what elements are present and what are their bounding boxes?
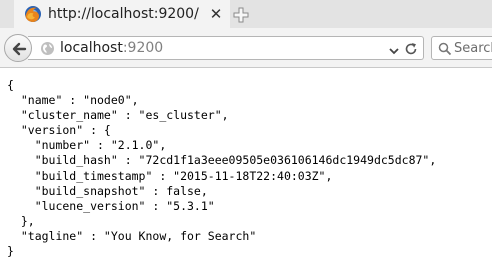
firefox-icon [24,5,42,23]
json-line: "lucene_version" : "5.3.1" [7,198,215,213]
search-input[interactable] [454,39,492,57]
json-line: "number" : "2.1.0", [7,138,167,153]
json-line: "name" : "node0", [7,93,139,108]
url-host: localhost [60,40,123,56]
search-icon [438,41,452,56]
tab-title: http://localhost:9200/ [48,6,199,22]
reload-icon[interactable] [404,41,418,55]
json-line: "cluster_name" : "es_cluster", [7,108,229,123]
search-bar[interactable] [431,36,492,60]
close-icon[interactable]: ✕ [208,6,224,22]
tab-localhost[interactable]: http://localhost:9200/ ✕ [14,0,230,28]
json-line: "build_snapshot" : false, [7,183,208,198]
json-response: { "name" : "node0", "cluster_name" : "es… [7,78,436,259]
json-line: { [7,78,14,92]
url-text[interactable]: localhost:9200 [60,40,163,57]
back-button[interactable] [4,34,32,62]
chevron-down-icon[interactable] [388,42,400,55]
json-line: "build_timestamp" : "2015-11-18T22:40:03… [7,168,333,183]
json-line: "build_hash" : "72cd1f1a3eee09505e036106… [7,153,437,168]
json-line: "tagline" : "You Know, for Search" [7,228,257,243]
json-line: "version" : { [7,123,111,138]
plus-icon[interactable] [232,6,250,24]
page-content: { "name" : "node0", "cluster_name" : "es… [0,69,492,263]
json-line: } [7,244,14,259]
json-line: }, [7,213,35,228]
globe-icon [40,41,55,56]
url-port: :9200 [122,40,164,56]
tab-strip: http://localhost:9200/ ✕ [0,0,492,28]
url-bar[interactable]: localhost:9200 [28,36,424,60]
back-arrow-icon [12,42,27,56]
navigation-bar: localhost:9200 [0,28,492,68]
